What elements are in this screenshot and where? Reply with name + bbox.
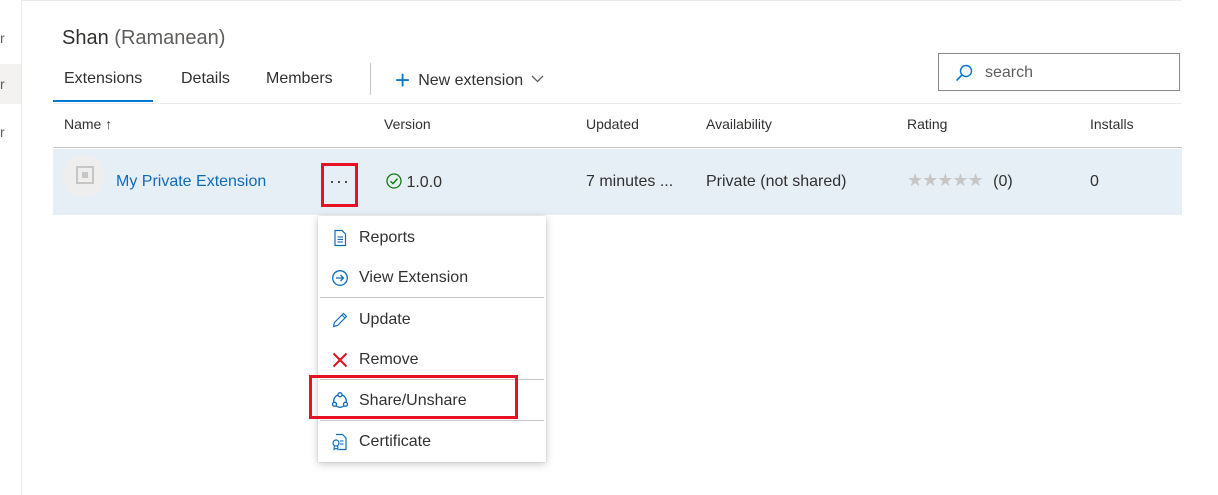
menu-item-reports[interactable]: Reports [318, 219, 546, 257]
menu-divider [320, 297, 544, 298]
rail-item-2[interactable]: r [0, 64, 21, 104]
top-divider [21, 0, 1182, 1]
rating-count: (0) [993, 173, 1013, 190]
installs-value: 0 [1090, 173, 1099, 190]
search-box[interactable] [938, 53, 1180, 91]
report-icon [334, 229, 347, 247]
menu-item-remove[interactable]: Remove [318, 341, 546, 379]
tab-members[interactable]: Members [255, 62, 344, 102]
column-header-rating[interactable]: Rating [907, 116, 947, 132]
left-navigation-rail: r r r [0, 0, 22, 495]
rail-item-3[interactable]: r [0, 112, 21, 152]
version-value: 1.0.0 [406, 174, 443, 191]
menu-item-label: Share/Unshare [359, 392, 467, 409]
share-icon [331, 392, 349, 408]
publisher-name: Shan [62, 27, 109, 49]
more-actions-button[interactable]: ··· [321, 163, 358, 207]
extension-placeholder-icon [76, 166, 94, 184]
menu-divider [320, 379, 544, 380]
certificate-icon [332, 433, 347, 451]
chevron-down-icon [531, 62, 544, 96]
menu-item-label: Update [359, 311, 411, 328]
grid-header-border [53, 147, 1182, 148]
tab-extensions[interactable]: Extensions [53, 62, 154, 102]
menu-item-label: View Extension [359, 269, 469, 286]
menu-divider [320, 420, 544, 421]
column-header-name[interactable]: Name ↑ [64, 116, 112, 132]
column-header-availability[interactable]: Availability [706, 116, 772, 132]
version-cell: 1.0.0 [386, 173, 442, 192]
rating-cell: ★★★★★ (0) [907, 170, 1013, 191]
menu-item-certificate[interactable]: Certificate [318, 423, 546, 461]
column-header-installs[interactable]: Installs [1090, 116, 1134, 132]
new-extension-label: New extension [418, 72, 524, 89]
extension-name-link[interactable]: My Private Extension [116, 173, 266, 191]
toolbar-divider [370, 63, 371, 95]
menu-item-label: Certificate [359, 433, 432, 450]
extension-logo [63, 155, 105, 197]
availability-value: Private (not shared) [706, 173, 847, 190]
menu-item-label: Reports [359, 229, 416, 246]
rating-stars: ★★★★★ [907, 170, 984, 190]
table-row[interactable]: My Private Extension 1.0.0 7 minutes ...… [53, 149, 1182, 215]
tab-details[interactable]: Details [170, 62, 241, 102]
menu-item-update[interactable]: Update [318, 301, 546, 339]
grid-top-border [53, 103, 1182, 104]
arrow-circle-icon [332, 270, 348, 286]
menu-item-view-extension[interactable]: View Extension [318, 259, 546, 297]
context-menu: Reports View Extension Update Remove Sha… [318, 216, 546, 462]
column-header-version[interactable]: Version [384, 116, 431, 132]
pencil-icon [332, 312, 348, 328]
close-icon [332, 352, 348, 368]
menu-item-share-unshare[interactable]: Share/Unshare [318, 382, 546, 420]
search-input[interactable] [983, 60, 1172, 86]
check-circle-icon [386, 173, 402, 189]
new-extension-button[interactable]: + New extension [395, 62, 544, 96]
plus-icon: + [395, 65, 411, 95]
updated-value: 7 minutes ... [586, 173, 674, 190]
search-icon [955, 64, 973, 82]
page-title: Shan (Ramanean) [62, 27, 225, 50]
publisher-id: (Ramanean) [114, 27, 226, 49]
rail-item-1[interactable]: r [0, 18, 21, 58]
menu-item-label: Remove [359, 351, 419, 368]
column-header-updated[interactable]: Updated [586, 116, 639, 132]
